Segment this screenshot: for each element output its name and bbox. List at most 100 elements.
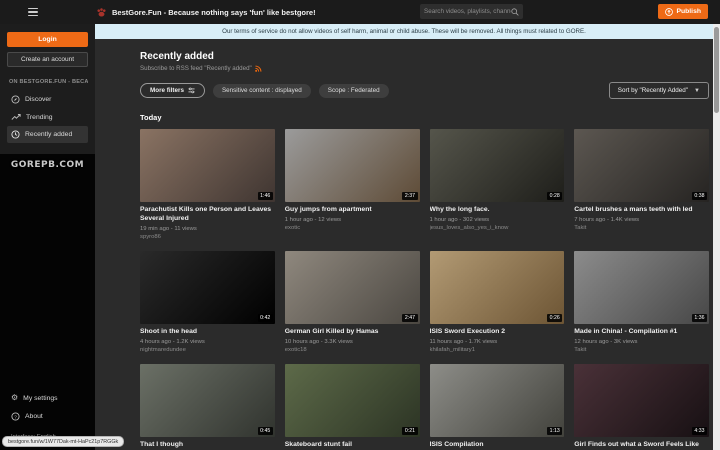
duration-badge: 1:36 (692, 314, 707, 322)
sidebar-item-label: Trending (26, 114, 53, 121)
video-card[interactable]: 0:38 Cartel brushes a mans teeth with le… (574, 129, 709, 240)
video-meta: 1 hour ago - 12 views (285, 217, 420, 223)
rss-icon (255, 65, 262, 72)
chevron-down-icon: ▼ (694, 88, 700, 94)
video-card[interactable]: 0:42 Shoot in the head 4 hours ago - 1.2… (140, 251, 275, 353)
search-bar (420, 4, 523, 19)
duration-badge: 0:38 (692, 192, 707, 200)
video-card[interactable]: 2:37 Guy jumps from apartment 1 hour ago… (285, 129, 420, 240)
more-filters-button[interactable]: More filters (140, 83, 205, 98)
publish-button[interactable]: Publish (658, 4, 708, 19)
video-grid: 1:46 Parachutist Kills one Person and Le… (140, 129, 709, 450)
sidebar-item-my-settings[interactable]: ⚙ My settings (7, 390, 88, 406)
video-card[interactable]: 1:13 ISIS Compilation 13 hours ago - 1.1… (430, 364, 565, 450)
sidebar-item-label: Recently added (25, 131, 72, 138)
trending-icon (11, 113, 21, 121)
video-thumbnail[interactable]: 0:26 (430, 251, 565, 324)
video-title[interactable]: Why the long face. (430, 206, 565, 215)
video-thumbnail[interactable]: 2:37 (285, 129, 420, 202)
video-title[interactable]: That I though (140, 441, 275, 450)
video-thumbnail[interactable]: 1:46 (140, 129, 275, 202)
site-title: BestGore.Fun - Because nothing says 'fun… (112, 8, 316, 17)
gear-icon: ⚙ (11, 394, 18, 402)
video-title[interactable]: Girl Finds out what a Sword Feels Like (574, 441, 709, 450)
video-title[interactable]: Cartel brushes a mans teeth with led (574, 206, 709, 215)
main-content: Our terms of service do not allow videos… (95, 24, 720, 450)
video-title[interactable]: Guy jumps from apartment (285, 206, 420, 215)
video-title[interactable]: ISIS Compilation (430, 441, 565, 450)
video-thumbnail[interactable]: 2:47 (285, 251, 420, 324)
logo-paw-icon[interactable] (96, 7, 107, 18)
video-title[interactable]: Shoot in the head (140, 328, 275, 337)
top-header: BestGore.Fun - Because nothing says 'fun… (0, 0, 720, 24)
rss-subscribe-link[interactable]: Subscribe to RSS feed "Recently added" (140, 65, 709, 72)
video-meta: 12 hours ago - 3K views (574, 339, 709, 345)
video-channel[interactable]: Takit (574, 347, 709, 353)
duration-badge: 0:45 (258, 427, 273, 435)
sidebar-item-discover[interactable]: Discover (7, 91, 88, 108)
vertical-scrollbar[interactable] (713, 24, 720, 450)
video-channel[interactable]: exotic (285, 225, 420, 231)
compass-icon (11, 95, 20, 104)
sidebar-item-trending[interactable]: Trending (7, 109, 88, 125)
video-title[interactable]: Skateboard stunt fail (285, 441, 420, 450)
video-card[interactable]: 1:46 Parachutist Kills one Person and Le… (140, 129, 275, 240)
scope-chip[interactable]: Scope : Federated (319, 84, 389, 98)
date-group-label: Today (140, 113, 709, 122)
video-card[interactable]: 0:26 ISIS Sword Execution 2 11 hours ago… (430, 251, 565, 353)
search-icon[interactable] (511, 8, 519, 16)
video-meta: 10 hours ago - 3.3K views (285, 339, 420, 345)
search-input[interactable] (424, 8, 511, 15)
ad-banner[interactable]: GOREPB.COM (7, 160, 88, 170)
video-card[interactable]: 4:33 Girl Finds out what a Sword Feels L… (574, 364, 709, 450)
video-card[interactable]: 0:45 That I though 12 hours ago - 1.3K v… (140, 364, 275, 450)
sidebar-lower: GOREPB.COM ⚙ My settings ? About Interfa… (0, 154, 95, 450)
video-title[interactable]: Made in China! - Compilation #1 (574, 328, 709, 337)
video-thumbnail[interactable]: 0:28 (430, 129, 565, 202)
video-thumbnail[interactable]: 0:42 (140, 251, 275, 324)
sort-dropdown[interactable]: Sort by "Recently Added" ▼ (609, 82, 709, 99)
video-meta: 7 hours ago - 1.4K views (574, 217, 709, 223)
video-card[interactable]: 0:21 Skateboard stunt fail 13 hours ago … (285, 364, 420, 450)
video-meta: 19 min ago - 11 views (140, 226, 275, 232)
sidebar-item-recently-added[interactable]: Recently added (7, 126, 88, 143)
video-thumbnail[interactable]: 1:36 (574, 251, 709, 324)
video-channel[interactable]: spyro86 (140, 234, 275, 240)
app-window: BestGore.Fun - Because nothing says 'fun… (0, 0, 720, 450)
video-card[interactable]: 2:47 German Girl Killed by Hamas 10 hour… (285, 251, 420, 353)
scrollbar-thumb[interactable] (714, 27, 719, 113)
filters-row: More filters Sensitive content : display… (140, 82, 709, 99)
hamburger-menu-icon[interactable] (28, 8, 38, 17)
video-title[interactable]: German Girl Killed by Hamas (285, 328, 420, 337)
duration-badge: 4:33 (692, 427, 707, 435)
video-thumbnail[interactable]: 0:38 (574, 129, 709, 202)
video-channel[interactable]: khilafah_military1 (430, 347, 565, 353)
video-thumbnail[interactable]: 0:45 (140, 364, 275, 437)
sidebar-item-about[interactable]: ? About (7, 408, 88, 425)
video-title[interactable]: Parachutist Kills one Person and Leaves … (140, 206, 275, 224)
video-channel[interactable]: jesus_loves_also_yes_i_know (430, 225, 565, 231)
video-channel[interactable]: nightmaredundee (140, 347, 275, 353)
sidebar-item-label: Discover (25, 96, 51, 103)
publish-label: Publish (676, 8, 701, 15)
video-meta: 11 hours ago - 1.7K views (430, 339, 565, 345)
duration-badge: 0:26 (547, 314, 562, 322)
video-channel[interactable]: Takit (574, 225, 709, 231)
sensitive-content-chip[interactable]: Sensitive content : displayed (213, 84, 311, 98)
duration-badge: 1:46 (258, 192, 273, 200)
video-card[interactable]: 1:36 Made in China! - Compilation #1 12 … (574, 251, 709, 353)
video-meta: 4 hours ago - 1.2K views (140, 339, 275, 345)
duration-badge: 1:13 (547, 427, 562, 435)
video-thumbnail[interactable]: 1:13 (430, 364, 565, 437)
video-title[interactable]: ISIS Sword Execution 2 (430, 328, 565, 337)
video-card[interactable]: 0:28 Why the long face. 1 hour ago - 302… (430, 129, 565, 240)
video-meta: 1 hour ago - 302 views (430, 217, 565, 223)
video-thumbnail[interactable]: 4:33 (574, 364, 709, 437)
duration-badge: 2:37 (402, 192, 417, 200)
video-thumbnail[interactable]: 0:21 (285, 364, 420, 437)
video-channel[interactable]: exotic18 (285, 347, 420, 353)
login-button[interactable]: Login (7, 32, 88, 47)
create-account-button[interactable]: Create an account (7, 52, 88, 67)
clock-icon (11, 130, 20, 139)
sidebar: Login Create an account ON BESTGORE.FUN … (0, 24, 95, 450)
